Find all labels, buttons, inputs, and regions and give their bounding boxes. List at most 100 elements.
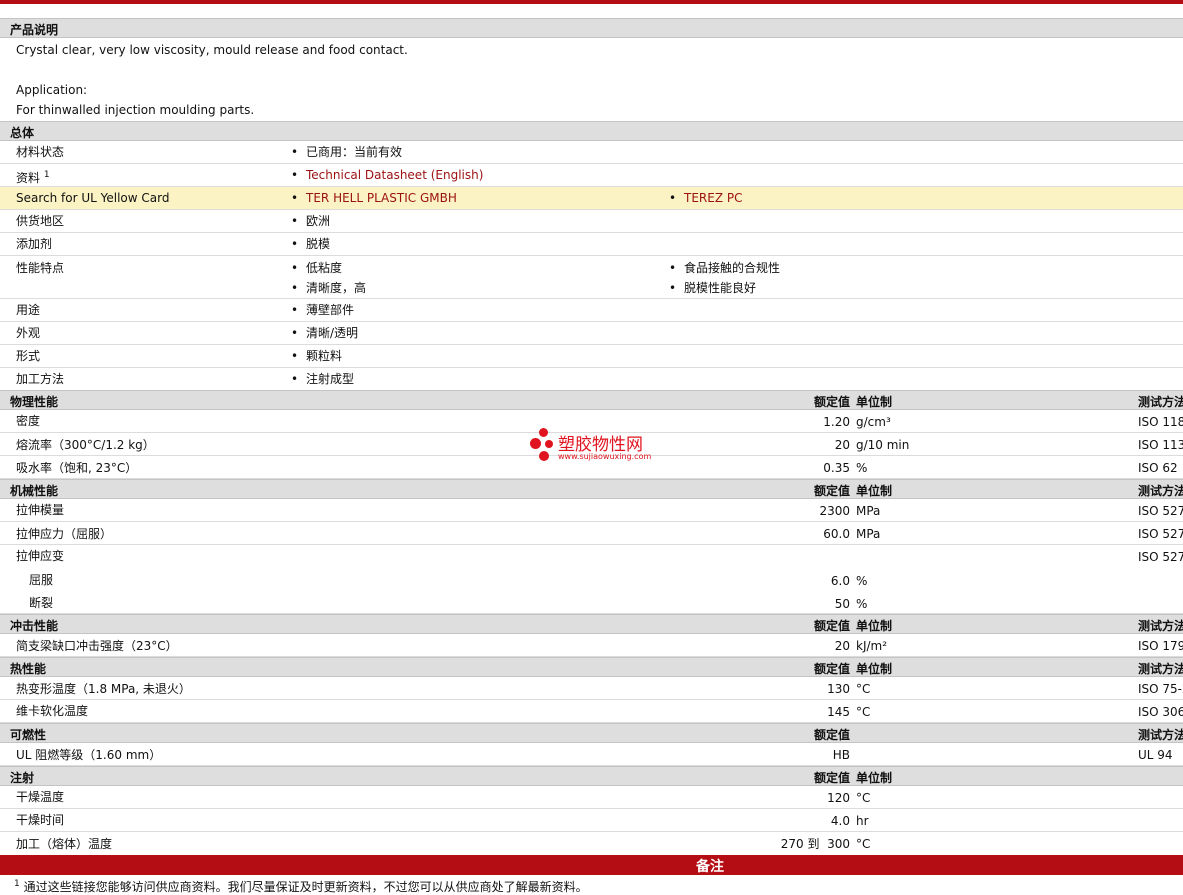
header-nominal: 额定值 [813,728,850,742]
property-sublabel: 屈服 [29,573,54,587]
header-unit: 单位制 [856,484,893,498]
ul-product-link[interactable]: TEREZ PC [669,188,742,208]
test-method: ISO 179 [1138,639,1183,653]
section-impact: 冲击性能 额定值 单位制 测试方法 [0,614,1183,634]
bullet-value: 脱模 [291,234,330,254]
property-label: UL 阻燃等级（1.60 mm） [16,748,162,762]
header-unit: 单位制 [856,662,893,676]
header-nominal: 额定值 [813,484,850,498]
property-unit: % [856,574,868,588]
header-test-method: 测试方法 [1138,395,1183,409]
property-label: 拉伸模量 [16,503,65,517]
row-label: 材料状态 [16,145,65,159]
property-value: 2300 [819,504,850,518]
property-sublabel: 断裂 [29,596,54,610]
application-text: For thinwalled injection moulding parts. [16,103,255,117]
table-row: 热变形温度（1.8 MPa, 未退火） 130 °C ISO 75-2/A [0,677,1183,700]
row-forms: 形式 颗粒料 [0,345,1183,368]
site-watermark: 塑胶物性网 www.sujiaowuxing.com [530,428,690,468]
bullet-value: 已商用：当前有效 [291,142,402,162]
header-test-method: 测试方法 [1138,619,1183,633]
section-title: 注射 [10,771,35,785]
property-unit: °C [856,791,871,805]
table-row: 简支梁缺口冲击强度（23°C） 20 kJ/m² ISO 179 [0,634,1183,657]
bullet-value: 低粘度 [291,258,342,278]
table-row: 拉伸应变 ISO 527-2 [0,545,1183,568]
table-row: 维卡软化温度 145 °C ISO 306 [0,700,1183,723]
property-label: 干燥温度 [16,790,65,804]
test-method: ISO 527-2 [1138,550,1183,564]
watermark-logo-icon [530,428,556,462]
property-label: 拉伸应变 [16,549,65,563]
row-label: 外观 [16,326,41,340]
section-title: 热性能 [10,662,47,676]
table-row: 拉伸应力（屈服） 60.0 MPa ISO 527-2 [0,522,1183,545]
test-method: ISO 75-2/A [1138,682,1183,696]
property-unit: MPa [856,527,881,541]
bullet-value: 脱模性能良好 [669,278,756,298]
property-label: 简支梁缺口冲击强度（23°C） [16,639,178,653]
header-nominal: 额定值 [813,395,850,409]
header-test-method: 测试方法 [1138,484,1183,498]
property-unit: °C [856,682,871,696]
section-flammability: 可燃性 额定值 测试方法 [0,723,1183,743]
row-documents: 资料 1 Technical Datasheet (English) [0,164,1183,187]
section-mechanical: 机械性能 额定值 单位制 测试方法 [0,479,1183,499]
test-method: ISO 527-2 [1138,504,1183,518]
property-value: 6.0 [830,574,850,588]
section-title: 总体 [10,126,35,140]
property-unit: kJ/m² [856,639,888,653]
property-value: 20 [834,639,850,653]
row-label: 加工方法 [16,372,65,386]
property-label: 加工（熔体）温度 [16,837,113,851]
row-label: 性能特点 [16,261,65,275]
table-row: 屈服 6.0 % [0,568,1183,591]
row-additives: 添加剂 脱模 [0,233,1183,256]
property-value: 270 到 300 [780,837,850,851]
test-method: ISO 62 [1138,461,1178,475]
datasheet-link[interactable]: Technical Datasheet (English) [291,165,483,185]
property-unit: MPa [856,504,881,518]
bullet-value: 食品接触的合规性 [669,258,780,278]
ul-supplier-link[interactable]: TER HELL PLASTIC GMBH [291,188,457,208]
property-value: 0.35 [823,461,850,475]
test-method: ISO 1133 [1138,438,1183,452]
row-features: 性能特点 低粘度 食品接触的合规性 清晰度，高 脱模性能良好 [0,256,1183,299]
row-processing-method: 加工方法 注射成型 [0,368,1183,391]
section-general: 总体 [0,121,1183,141]
table-row: UL 阻燃等级（1.60 mm） HB UL 94 [0,743,1183,766]
property-value: 130 [827,682,850,696]
property-value: HB [832,748,850,762]
header-nominal: 额定值 [813,619,850,633]
property-unit: % [856,597,868,611]
notes-bar: 备注 [0,855,1183,875]
section-title: 可燃性 [10,728,47,742]
property-label: 熔流率（300°C/1.2 kg） [16,438,155,452]
header-test-method: 测试方法 [1138,662,1183,676]
watermark-url: www.sujiaowuxing.com [558,452,652,461]
row-label: 用途 [16,303,41,317]
property-value: 4.0 [830,814,850,828]
property-label: 维卡软化温度 [16,704,89,718]
property-value: 120 [827,791,850,805]
header-nominal: 额定值 [813,771,850,785]
section-title: 产品说明 [10,23,59,37]
row-appearance: 外观 清晰/透明 [0,322,1183,345]
property-value: 20 [834,438,850,452]
section-title: 冲击性能 [10,619,59,633]
property-label: 拉伸应力（屈服） [16,527,113,541]
row-label: 形式 [16,349,41,363]
header-nominal: 额定值 [813,662,850,676]
row-uses: 用途 薄壁部件 [0,299,1183,322]
row-label: 资料 1 [16,170,50,185]
row-availability: 供货地区 欧洲 [0,210,1183,233]
header-test-method: 测试方法 [1138,728,1183,742]
table-row: 断裂 50 % [0,591,1183,614]
property-unit: °C [856,837,871,851]
property-value: 50 [834,597,850,611]
test-method: UL 94 [1138,748,1173,762]
top-accent-bar [0,0,1183,4]
section-physical: 物理性能 额定值 单位制 测试方法 [0,390,1183,410]
property-value: 1.20 [823,415,850,429]
property-unit: % [856,461,868,475]
